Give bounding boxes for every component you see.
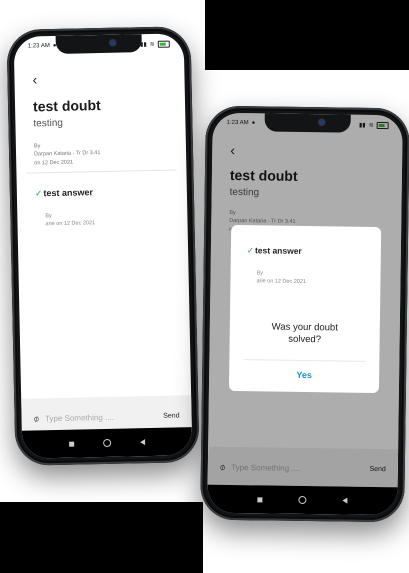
battery-icon [157, 40, 170, 48]
android-nav-bar [207, 484, 398, 516]
check-icon: ✓ [34, 188, 43, 199]
answer-meta-author: arie on 12 Dec 2021 [256, 278, 307, 286]
black-block-bottom-left [0, 502, 203, 573]
phone-right-screen: 1:23 AM ● ▮▮ ≋ ‹ test doubt testing By Dar… [207, 112, 403, 516]
square-icon[interactable] [257, 496, 263, 502]
answer-meta: By arie on 12 Dec 2021 [256, 269, 306, 286]
notch [55, 34, 142, 54]
message-input[interactable]: Type Something .... [45, 411, 163, 422]
phone-right: 1:23 AM ● ▮▮ ≋ ‹ test doubt testing By Dar… [200, 105, 409, 523]
doubt-meta-author: Darpan Kataria - Tr Dr 3.41 [34, 150, 101, 158]
answer-item[interactable]: ✓test answer [35, 187, 93, 199]
circle-icon[interactable] [298, 495, 307, 505]
answer-item: ✓test answer [247, 245, 302, 257]
dialog-question: Was your doubt solved? [271, 321, 338, 346]
square-icon[interactable] [68, 441, 74, 447]
doubt-description: testing [33, 117, 64, 130]
phone-left: 1:23 AM ● ▮▮ ≋ ‹ test doubt testing By Dar… [6, 26, 200, 466]
answer-title: test answer [43, 187, 94, 199]
triangle-back-icon[interactable] [342, 497, 348, 504]
triangle-back-icon[interactable] [140, 439, 146, 446]
camera-icon [109, 39, 116, 46]
phone-left-screen: 1:23 AM ● ▮▮ ≋ ‹ test doubt testing By Dar… [13, 33, 193, 459]
send-button[interactable]: Send [163, 412, 180, 419]
check-icon: ✓ [246, 245, 255, 256]
black-block-top-right [205, 0, 409, 70]
status-time: 1:23 AM [27, 43, 50, 50]
notch [264, 113, 351, 133]
doubt-meta: By Darpan Kataria - Tr Dr 3.41 on 12 Dec… [34, 141, 101, 167]
answer-meta-author: arie on 12 Dec 2021 [45, 220, 96, 228]
wifi-icon: ≋ [149, 41, 155, 48]
dialog-divider [243, 359, 366, 362]
back-arrow-icon[interactable]: ‹ [32, 71, 37, 87]
divider [26, 169, 177, 174]
answer-meta: By arie on 12 Dec 2021 [45, 211, 95, 229]
yes-button[interactable]: Yes [229, 369, 379, 381]
camera-icon [318, 119, 325, 126]
circle-icon[interactable] [103, 438, 112, 448]
answer-title: test answer [254, 245, 302, 256]
doubt-meta-date: on 12 Dec 2021 [34, 159, 74, 166]
paperclip-icon[interactable]: ⌀ [31, 412, 41, 424]
android-nav-bar [21, 427, 193, 459]
doubt-solved-dialog: ✓test answer By arie on 12 Dec 2021 Was … [228, 224, 382, 394]
doubt-title: test doubt [32, 97, 101, 115]
